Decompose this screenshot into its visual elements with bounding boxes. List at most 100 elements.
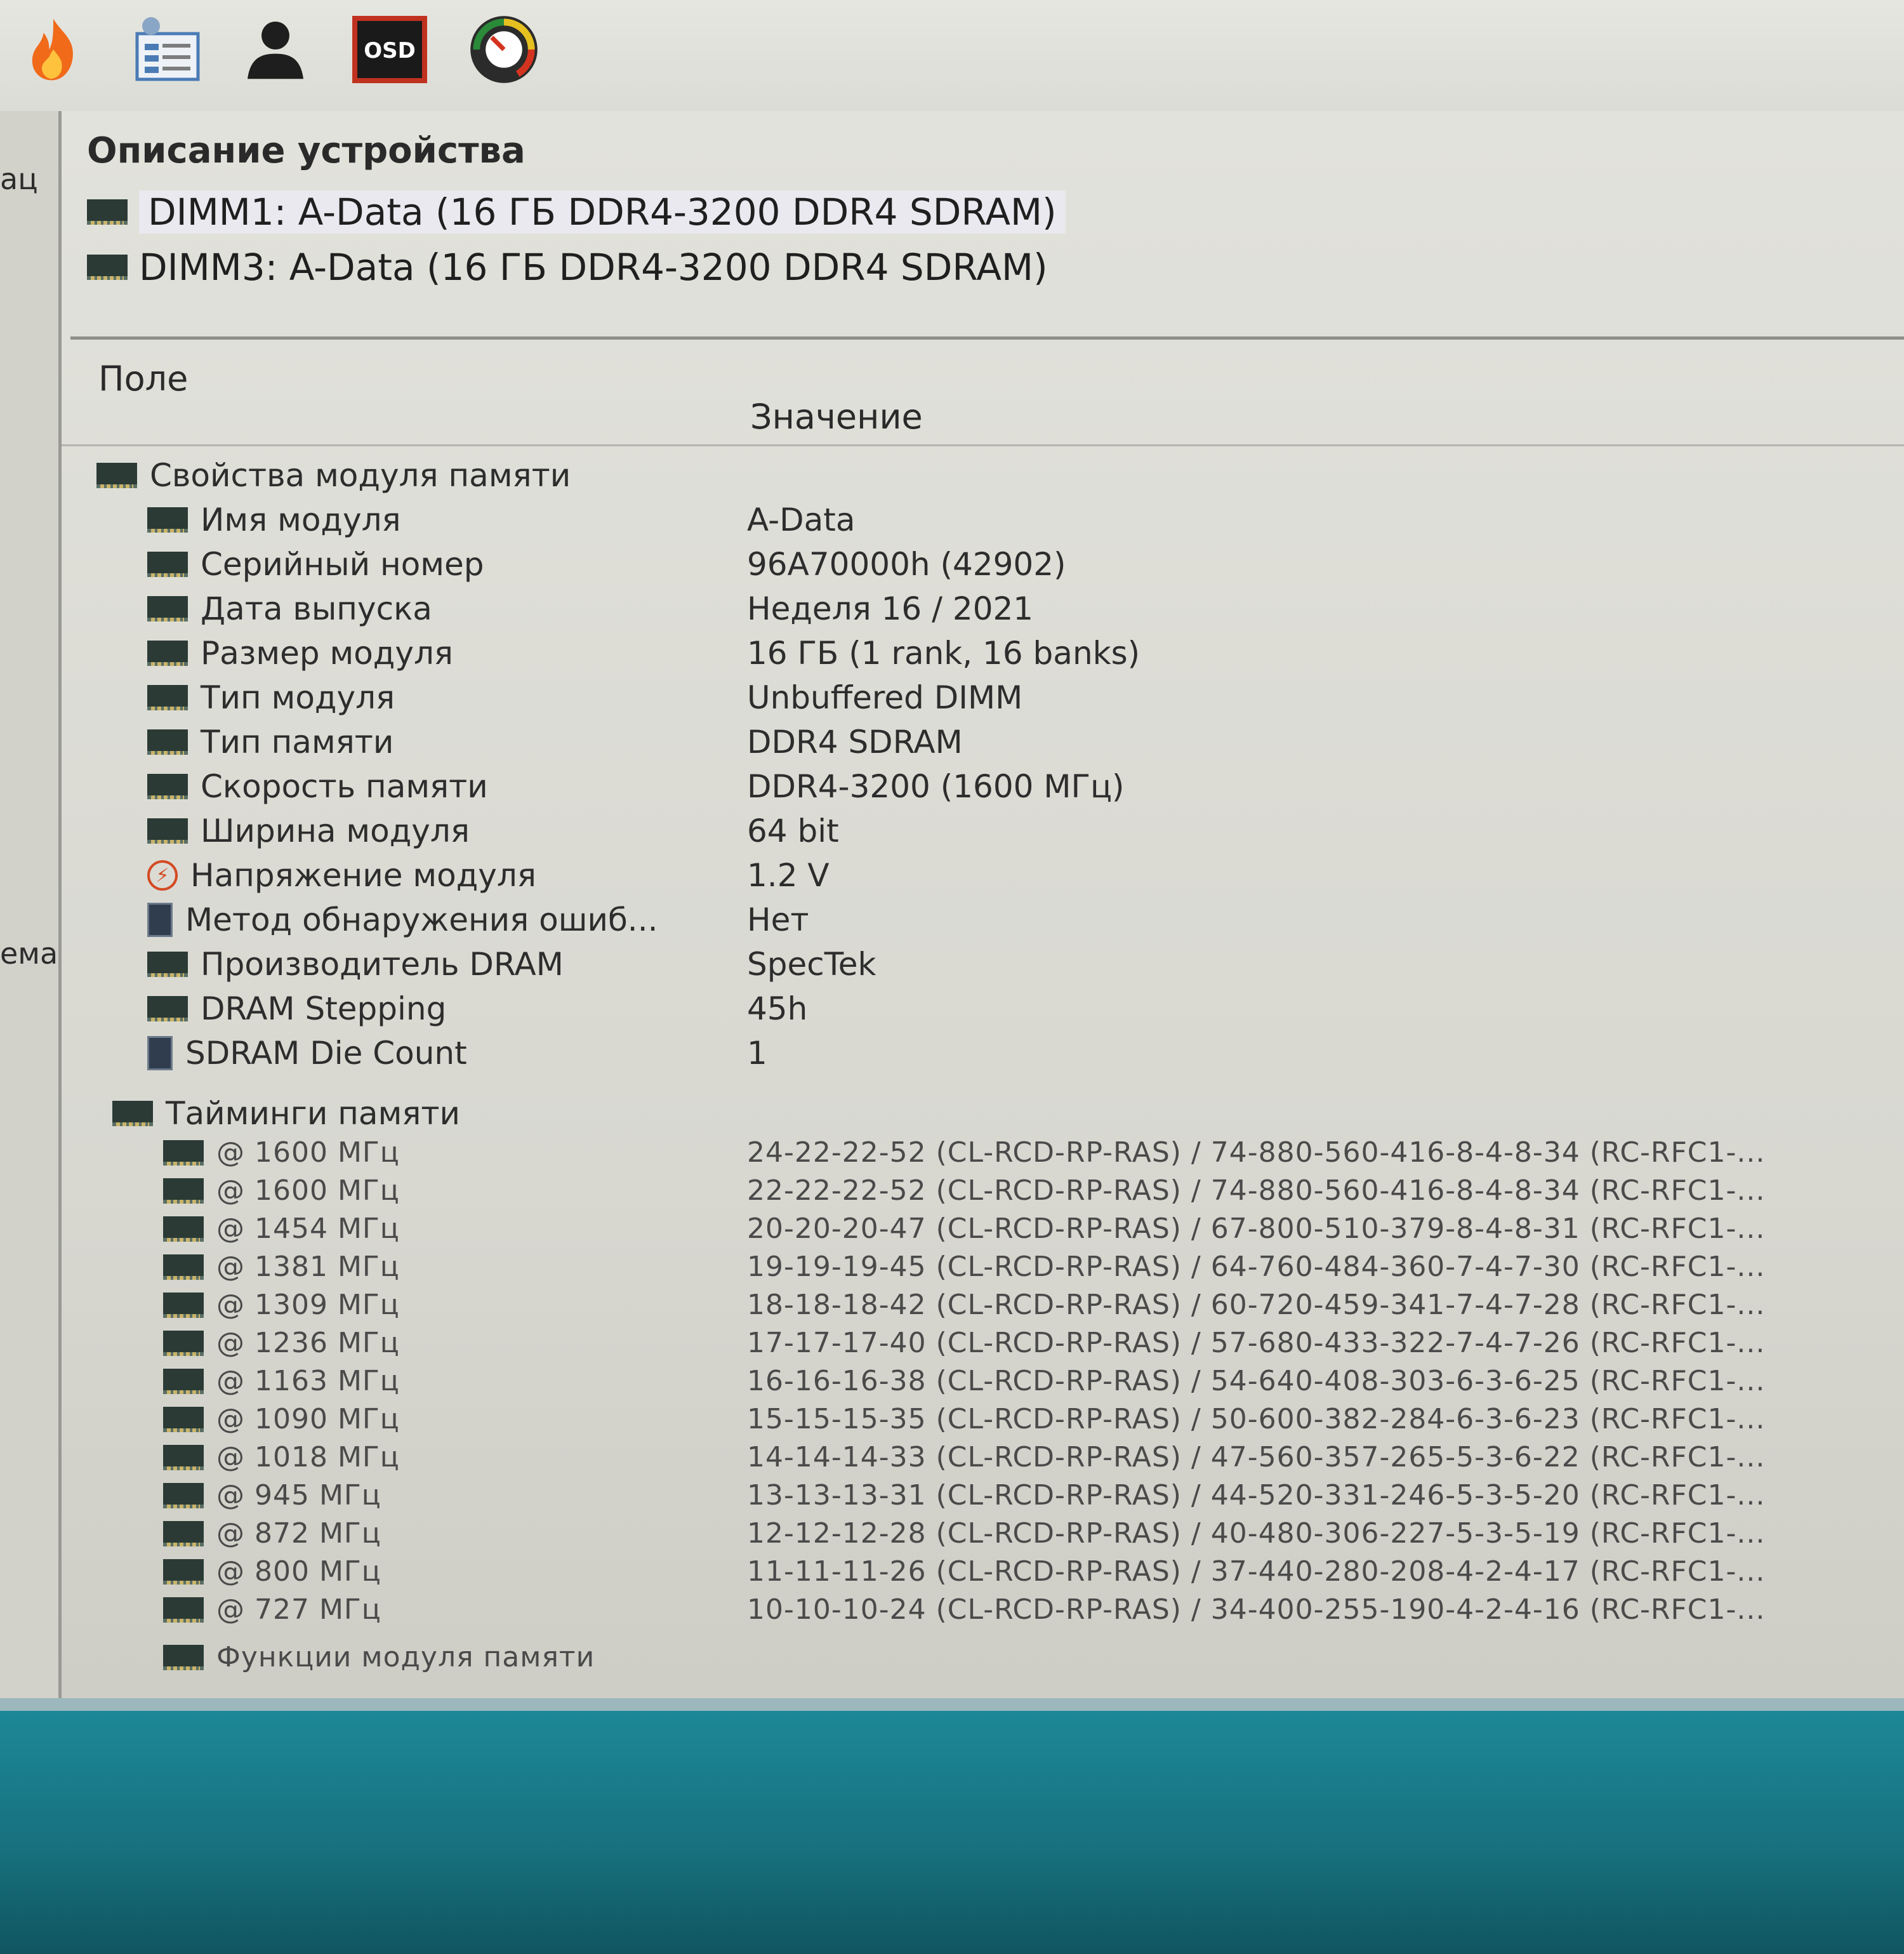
field-label: Имя модуля bbox=[201, 502, 401, 538]
timing-frequency: @ 945 МГц bbox=[216, 1479, 381, 1512]
timing-frequency: @ 872 МГц bbox=[216, 1517, 381, 1550]
ram-icon bbox=[163, 1520, 204, 1546]
ram-icon bbox=[147, 818, 188, 844]
timing-frequency: @ 800 МГц bbox=[216, 1555, 381, 1588]
timing-row[interactable]: @ 1090 МГц 15-15-15-35 (CL-RCD-RP-RAS) /… bbox=[62, 1403, 1902, 1445]
timing-row[interactable]: @ 872 МГц 12-12-12-28 (CL-RCD-RP-RAS) / … bbox=[62, 1517, 1902, 1559]
timing-row[interactable]: @ 1600 МГц 24-22-22-52 (CL-RCD-RP-RAS) /… bbox=[62, 1136, 1902, 1178]
field-value: A-Data bbox=[747, 502, 856, 538]
table-row[interactable]: SDRAM Die Count 1 bbox=[62, 1035, 1902, 1077]
left-panel-fragment: ац bbox=[0, 162, 38, 196]
group-row[interactable]: Тайминги памяти bbox=[62, 1095, 1902, 1137]
timing-row[interactable]: @ 1454 МГц 20-20-20-47 (CL-RCD-RP-RAS) /… bbox=[62, 1213, 1902, 1254]
ram-icon bbox=[163, 1406, 204, 1432]
timing-value: 18-18-18-42 (CL-RCD-RP-RAS) / 60-720-459… bbox=[747, 1289, 1766, 1321]
toolbar: OSD bbox=[0, 0, 1904, 111]
ram-icon bbox=[96, 463, 137, 488]
table-row[interactable]: Дата выпуска Неделя 16 / 2021 bbox=[62, 590, 1902, 632]
timing-row[interactable]: @ 1018 МГц 14-14-14-33 (CL-RCD-RP-RAS) /… bbox=[62, 1441, 1902, 1483]
table-row[interactable]: Серийный номер 96A70000h (42902) bbox=[62, 546, 1902, 588]
device-description-header: Описание устройства bbox=[87, 130, 526, 171]
ram-icon bbox=[147, 774, 188, 799]
field-label: Тип памяти bbox=[201, 724, 394, 761]
field-value: 16 ГБ (1 rank, 16 banks) bbox=[747, 635, 1140, 672]
group-label-memory-timings: Тайминги памяти bbox=[166, 1095, 460, 1132]
column-header-value[interactable]: Значение bbox=[750, 397, 923, 437]
main-panel: Описание устройства DIMM1: A-Data (16 ГБ… bbox=[62, 111, 1904, 1698]
ram-icon bbox=[147, 641, 188, 666]
ram-icon bbox=[163, 1444, 204, 1470]
table-row[interactable]: Имя модуля A-Data bbox=[62, 502, 1902, 543]
ram-icon bbox=[147, 552, 188, 577]
user-icon[interactable] bbox=[235, 9, 316, 90]
table-row[interactable]: Метод обнаружения ошиб... Нет bbox=[62, 901, 1902, 943]
timing-value: 16-16-16-38 (CL-RCD-RP-RAS) / 54-640-408… bbox=[747, 1365, 1766, 1397]
ram-icon bbox=[147, 952, 188, 977]
field-value: DDR4 SDRAM bbox=[747, 724, 963, 761]
field-value: Нет bbox=[747, 901, 809, 938]
table-row[interactable]: Производитель DRAM SpecTek bbox=[62, 946, 1902, 988]
timing-row[interactable]: @ 1381 МГц 19-19-19-45 (CL-RCD-RP-RAS) /… bbox=[62, 1251, 1902, 1293]
ram-icon bbox=[147, 729, 188, 755]
device-item-dimm3[interactable]: DIMM3: A-Data (16 ГБ DDR4-3200 DDR4 SDRA… bbox=[87, 246, 1048, 289]
field-value: Unbuffered DIMM bbox=[747, 679, 1023, 716]
field-label: Производитель DRAM bbox=[201, 946, 564, 983]
osd-icon[interactable]: OSD bbox=[349, 9, 430, 90]
column-header-divider bbox=[62, 444, 1904, 446]
ram-icon bbox=[147, 685, 188, 710]
timing-value: 19-19-19-45 (CL-RCD-RP-RAS) / 64-760-484… bbox=[747, 1251, 1766, 1283]
group-row[interactable]: Функции модуля памяти bbox=[62, 1641, 1902, 1683]
timing-value: 15-15-15-35 (CL-RCD-RP-RAS) / 50-600-382… bbox=[747, 1403, 1766, 1435]
timing-frequency: @ 1600 МГц bbox=[216, 1136, 400, 1169]
timing-row[interactable]: @ 945 МГц 13-13-13-31 (CL-RCD-RP-RAS) / … bbox=[62, 1479, 1902, 1521]
table-row[interactable]: DRAM Stepping 45h bbox=[62, 990, 1902, 1032]
timing-frequency: @ 1309 МГц bbox=[216, 1289, 400, 1321]
timing-frequency: @ 1018 МГц bbox=[216, 1441, 400, 1473]
timing-value: 17-17-17-40 (CL-RCD-RP-RAS) / 57-680-433… bbox=[747, 1327, 1766, 1359]
device-item-dimm1[interactable]: DIMM1: A-Data (16 ГБ DDR4-3200 DDR4 SDRA… bbox=[87, 190, 1066, 234]
device-item-label: DIMM3: A-Data (16 ГБ DDR4-3200 DDR4 SDRA… bbox=[139, 246, 1048, 289]
field-value: 96A70000h (42902) bbox=[747, 546, 1066, 583]
field-label: Напряжение модуля bbox=[190, 857, 536, 894]
system-info-icon[interactable] bbox=[127, 9, 208, 90]
ram-icon bbox=[147, 996, 188, 1021]
timing-row[interactable]: @ 1309 МГц 18-18-18-42 (CL-RCD-RP-RAS) /… bbox=[62, 1289, 1902, 1331]
timing-row[interactable]: @ 1600 МГц 22-22-22-52 (CL-RCD-RP-RAS) /… bbox=[62, 1174, 1902, 1216]
timing-row[interactable]: @ 1236 МГц 17-17-17-40 (CL-RCD-RP-RAS) /… bbox=[62, 1327, 1902, 1369]
table-row[interactable]: Размер модуля 16 ГБ (1 rank, 16 banks) bbox=[62, 635, 1902, 677]
table-row[interactable]: Тип модуля Unbuffered DIMM bbox=[62, 679, 1902, 721]
field-label: Дата выпуска bbox=[201, 590, 432, 627]
table-row[interactable]: Тип памяти DDR4 SDRAM bbox=[62, 724, 1902, 766]
table-row[interactable]: Ширина модуля 64 bit bbox=[62, 813, 1902, 854]
column-header-field[interactable]: Поле bbox=[98, 359, 188, 399]
ram-icon bbox=[147, 507, 188, 533]
timing-row[interactable]: @ 800 МГц 11-11-11-26 (CL-RCD-RP-RAS) / … bbox=[62, 1555, 1902, 1597]
panel-divider[interactable] bbox=[70, 336, 1904, 340]
table-row[interactable]: Скорость памяти DDR4-3200 (1600 МГц) bbox=[62, 768, 1902, 810]
field-value: DDR4-3200 (1600 МГц) bbox=[747, 768, 1125, 805]
taskbar bbox=[0, 1698, 1904, 1954]
ram-icon bbox=[163, 1559, 204, 1585]
timing-frequency: @ 1236 МГц bbox=[216, 1327, 400, 1359]
timing-frequency: @ 1163 МГц bbox=[216, 1365, 400, 1397]
chip-icon bbox=[147, 1036, 173, 1070]
ram-icon bbox=[163, 1330, 204, 1356]
timing-frequency: @ 1381 МГц bbox=[216, 1251, 400, 1283]
timing-value: 10-10-10-24 (CL-RCD-RP-RAS) / 34-400-255… bbox=[747, 1593, 1766, 1626]
timing-row[interactable]: @ 1163 МГц 16-16-16-38 (CL-RCD-RP-RAS) /… bbox=[62, 1365, 1902, 1407]
table-row[interactable]: ⚡ Напряжение модуля 1.2 V bbox=[62, 857, 1902, 899]
osd-icon-label: OSD bbox=[364, 38, 416, 63]
timing-frequency: @ 1090 МГц bbox=[216, 1403, 400, 1435]
bolt-icon: ⚡ bbox=[147, 860, 178, 891]
field-label: Ширина модуля bbox=[201, 813, 470, 849]
field-value: 45h bbox=[747, 990, 808, 1027]
taskbar-edge bbox=[0, 1698, 1904, 1711]
ram-icon bbox=[163, 1216, 204, 1242]
timing-row[interactable]: @ 727 МГц 10-10-10-24 (CL-RCD-RP-RAS) / … bbox=[62, 1593, 1902, 1635]
gauge-icon[interactable] bbox=[463, 9, 545, 90]
group-label-memory-module-features: Функции модуля памяти bbox=[216, 1641, 595, 1673]
flame-icon[interactable] bbox=[13, 9, 94, 90]
field-label: Метод обнаружения ошиб... bbox=[185, 901, 658, 938]
group-row[interactable]: Свойства модуля памяти bbox=[62, 457, 1902, 499]
ram-icon bbox=[112, 1101, 153, 1126]
